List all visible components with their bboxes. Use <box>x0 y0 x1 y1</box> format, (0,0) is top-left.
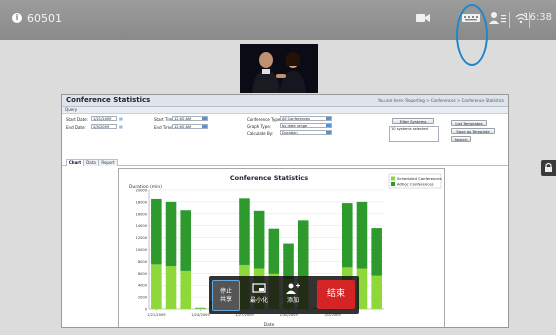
report-title: Conference Statistics <box>66 96 151 104</box>
info-icon[interactable]: i <box>12 13 22 23</box>
bar-scheduled <box>371 275 382 309</box>
participants-icon[interactable] <box>489 10 507 26</box>
calendar-icon[interactable]: ▦ <box>119 124 123 129</box>
add-label: 添加 <box>286 297 299 304</box>
y-tick-label: 16000 <box>136 212 148 216</box>
list-templates-button[interactable]: List Templates <box>451 120 487 126</box>
bar-adhoc <box>151 198 162 265</box>
search-button[interactable]: Search <box>451 136 471 142</box>
report-header: Conference Statistics You are here: Repo… <box>62 95 508 107</box>
minimize-label: 最小化 <box>249 297 268 304</box>
bar-adhoc <box>239 198 250 265</box>
calculate-by-label: Calculate By: <box>247 131 274 136</box>
x-axis-label: Date <box>264 322 275 328</box>
add-person-icon <box>286 283 300 294</box>
lock-icon <box>545 162 552 172</box>
bar-adhoc <box>371 228 382 276</box>
bar-scheduled <box>195 308 206 309</box>
stop-sharing-button[interactable]: 停止 共享 <box>212 280 240 311</box>
query-form: Start Date: 1/21/2009 ▦ End Date: 2/4/20… <box>62 114 508 152</box>
minimize-button[interactable]: 最小化 <box>245 280 273 309</box>
y-tick-label: 12000 <box>136 236 148 240</box>
y-tick-label: 8000 <box>138 260 148 264</box>
query-bar: Query <box>62 107 508 114</box>
start-date-label: Start Date: <box>66 117 88 122</box>
bar-adhoc <box>268 228 280 274</box>
start-date-field[interactable]: 1/21/2009 <box>91 116 117 121</box>
x-tick-label: 1/21/2009 <box>147 313 166 317</box>
end-date-field[interactable]: 2/4/2009 <box>91 124 117 129</box>
conference-type-label: Conference Type: <box>247 117 282 122</box>
legend-swatch <box>391 182 395 186</box>
highlight-circle <box>456 4 488 66</box>
bar-adhoc <box>165 201 177 267</box>
bar-adhoc <box>195 307 206 309</box>
query-label: Query <box>65 107 78 112</box>
y-tick-label: 10000 <box>136 248 148 252</box>
calendar-icon[interactable]: ▦ <box>119 116 123 121</box>
system-id: 60501 <box>27 12 62 25</box>
y-tick-label: 14000 <box>136 224 148 228</box>
y-tick-label: 18000 <box>136 200 148 204</box>
conference-type-select[interactable]: All Conferences <box>280 116 332 121</box>
filter-systems-button[interactable]: Filter Systems <box>392 118 434 124</box>
clock: 16:38 <box>523 12 552 23</box>
camera-icon[interactable] <box>416 10 430 26</box>
tab-report[interactable]: Report <box>98 159 118 166</box>
tab-chart[interactable]: Chart <box>66 159 84 166</box>
tab-data[interactable]: Data <box>83 159 99 166</box>
bar-adhoc <box>253 210 265 269</box>
y-tick-label: 6000 <box>138 272 148 276</box>
video-participants <box>240 44 318 93</box>
bar-adhoc <box>341 203 353 268</box>
legend-label: Adhoc Conferences <box>397 181 434 186</box>
x-tick-label: 1/24/2009 <box>191 313 210 317</box>
end-time-select[interactable]: 12:00 AM <box>172 124 208 129</box>
y-tick-label: 0 <box>145 308 148 312</box>
y-tick-label: 4000 <box>138 284 148 288</box>
bar-adhoc <box>180 210 192 271</box>
calculate-by-select[interactable]: Duration <box>280 130 332 135</box>
legend-swatch <box>391 176 395 181</box>
chart-title: Conference Statistics <box>230 174 308 182</box>
bar-adhoc <box>297 220 309 277</box>
end-date-label: End Date: <box>66 125 86 130</box>
legend-label: Scheduled Conferences <box>397 176 442 181</box>
breadcrumb: You are here: Reporting > Conferences > … <box>377 98 504 103</box>
save-template-button[interactable]: Save as Template <box>451 128 495 134</box>
y-tick-label: 2000 <box>138 296 148 300</box>
side-panel-tab[interactable] <box>541 160 556 176</box>
separator <box>509 12 510 28</box>
y-tick-label: 20000 <box>136 189 148 193</box>
self-view-video <box>240 44 318 93</box>
bar-scheduled <box>180 270 192 309</box>
stop-label-2: 共享 <box>219 296 232 303</box>
start-time-select[interactable]: 12:00 AM <box>172 116 208 121</box>
add-participant-button[interactable]: 添加 <box>279 280 307 309</box>
minimize-icon <box>252 283 266 293</box>
bar-adhoc <box>356 201 368 269</box>
view-tabs: Chart Data Report <box>62 158 508 166</box>
graph-type-label: Graph Type: <box>247 124 272 129</box>
end-time-label: End Time: <box>154 125 175 130</box>
stop-label-1: 停止 <box>219 288 232 295</box>
graph-type-select[interactable]: by date range <box>280 123 332 128</box>
call-control-bar: 停止 共享 最小化 添加 结束 <box>209 276 359 314</box>
end-call-button[interactable]: 结束 <box>317 280 355 309</box>
bar-adhoc <box>283 243 294 280</box>
bar-scheduled <box>151 264 162 309</box>
bar-scheduled <box>165 266 177 309</box>
systems-selected-box: 10 systems selected <box>389 126 439 142</box>
